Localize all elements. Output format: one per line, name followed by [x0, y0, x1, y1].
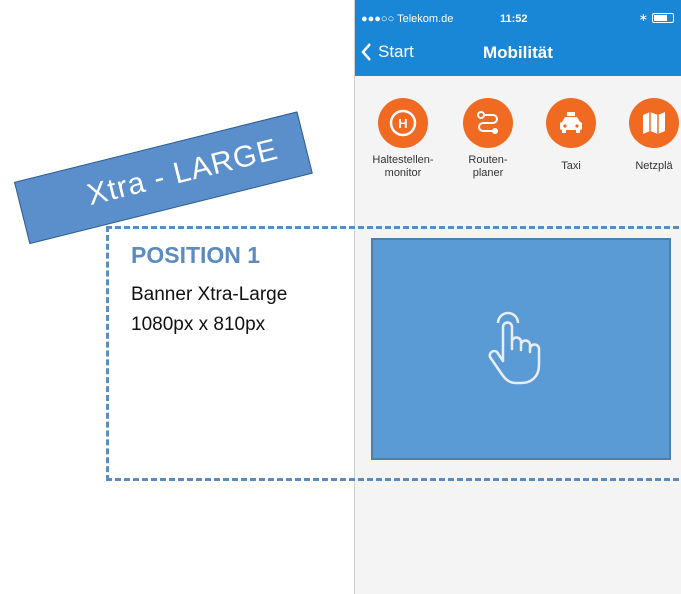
bluetooth-icon: ∗: [638, 12, 648, 24]
icon-label: Netzplä: [635, 160, 673, 172]
icon-label: Haltestellen- monitor: [372, 154, 434, 179]
icon-label: Taxi: [561, 160, 581, 172]
status-bar: ●●●○○ Telekom.de 11:52 ∗: [355, 0, 681, 34]
position-title: POSITION 1: [131, 242, 261, 268]
netzplaene-item[interactable]: Netzplä: [619, 98, 681, 173]
taxi-item[interactable]: Taxi: [536, 98, 606, 173]
clock-label: 11:52: [500, 13, 528, 25]
bus-stop-icon: H: [378, 98, 428, 148]
route-icon: [463, 98, 513, 148]
size-ribbon: Xtra - LARGE: [14, 111, 313, 245]
ribbon-label: Xtra - LARGE: [83, 132, 282, 213]
banner-size-label: 1080px x 810px: [131, 314, 266, 335]
icon-label: Routen- planer: [468, 154, 508, 179]
banner-type-label: Banner Xtra-Large: [131, 284, 288, 305]
routenplaner-item[interactable]: Routen- planer: [453, 98, 523, 180]
nav-bar: Start Mobilität: [355, 34, 681, 76]
haltestellenmonitor-item[interactable]: H Haltestellen- monitor: [368, 98, 438, 180]
chevron-left-icon: [361, 43, 371, 61]
svg-text:H: H: [398, 116, 407, 131]
battery-icon: [652, 13, 674, 23]
back-label: Start: [378, 42, 414, 61]
page-title: Mobilität: [483, 43, 553, 62]
carrier-label: ●●●○○ Telekom.de: [361, 13, 454, 25]
mobility-icon-row: H Haltestellen- monitor Routen- planer T…: [355, 98, 681, 208]
map-icon: [629, 98, 679, 148]
back-button[interactable]: Start: [361, 42, 414, 62]
taxi-icon: [546, 98, 596, 148]
